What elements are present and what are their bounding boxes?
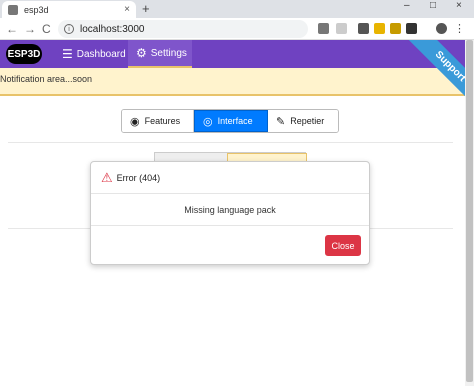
bookmark-star-icon[interactable] — [336, 23, 347, 34]
dashboard-icon: ☰ — [62, 47, 73, 61]
nav-dashboard[interactable]: ☰ Dashboard — [54, 40, 134, 68]
favicon-icon — [8, 4, 18, 15]
close-window-icon[interactable]: × — [456, 0, 462, 11]
back-button[interactable]: ← — [6, 22, 18, 36]
tab-features-label: Features — [144, 116, 181, 126]
error-modal: ⚠ Error (404) Missing language pack Clos… — [90, 161, 370, 265]
new-tab-button[interactable]: + — [142, 1, 150, 16]
minimize-window-icon[interactable]: – — [404, 0, 410, 11]
address-bar-url: localhost:3000 — [80, 23, 145, 35]
modal-message: Missing language pack — [184, 204, 276, 215]
browser-toolbar: ← → C i localhost:3000 ⋮ — [0, 18, 474, 40]
tab-interface[interactable]: ◎ Interface — [194, 110, 268, 132]
tab-interface-label: Interface — [217, 116, 253, 126]
profile-avatar-icon[interactable] — [436, 23, 447, 34]
nav-settings-label: Settings — [150, 47, 187, 59]
nav-settings[interactable]: ⚙ Settings — [128, 40, 192, 68]
wrench-icon: ✎ — [276, 115, 286, 128]
reload-button[interactable]: C — [42, 22, 51, 36]
address-bar[interactable]: i localhost:3000 — [58, 20, 308, 38]
support-ribbon-label[interactable]: Support us — [401, 40, 474, 126]
modal-title: Error (404) — [116, 172, 161, 183]
page-scrollbar-thumb[interactable] — [466, 40, 473, 382]
modal-body: Missing language pack — [91, 194, 369, 226]
settings-tab-group: ◉ Features ◎ Interface ✎ Repetier — [121, 109, 339, 133]
esp3d-logo[interactable]: ESP3D — [6, 44, 42, 64]
support-ribbon[interactable]: Support us — [384, 40, 474, 130]
modal-header: ⚠ Error (404) — [91, 162, 369, 194]
nav-dashboard-label: Dashboard — [76, 48, 126, 60]
maximize-window-icon[interactable]: □ — [430, 0, 436, 11]
wifi-icon: ◉ — [130, 115, 140, 128]
browser-menu-icon[interactable]: ⋮ — [454, 23, 465, 35]
extension-dark-icon[interactable] — [406, 23, 417, 34]
site-info-icon[interactable]: i — [64, 24, 74, 34]
close-button[interactable]: Close — [325, 235, 361, 256]
extension-help-icon[interactable] — [358, 23, 369, 34]
notification-text: Notification area...soon — [0, 74, 93, 84]
close-tab-icon[interactable]: × — [124, 4, 130, 15]
extension-gold-icon[interactable] — [390, 23, 401, 34]
tab-repetier-label: Repetier — [290, 116, 325, 126]
browser-tab[interactable]: esp3d × — [2, 1, 136, 18]
browser-tab-strip: esp3d × + – □ × — [0, 0, 474, 18]
translate-icon[interactable] — [318, 23, 329, 34]
browser-tab-title: esp3d — [24, 4, 49, 15]
tab-repetier[interactable]: ✎ Repetier — [268, 110, 338, 132]
tab-features[interactable]: ◉ Features — [122, 110, 194, 132]
eye-icon: ◎ — [203, 115, 213, 128]
gear-icon: ⚙ — [136, 46, 147, 60]
warning-triangle-icon: ⚠ — [101, 169, 113, 185]
extension-yellow-icon[interactable] — [374, 23, 385, 34]
divider — [8, 142, 453, 143]
forward-button[interactable]: → — [24, 22, 36, 36]
